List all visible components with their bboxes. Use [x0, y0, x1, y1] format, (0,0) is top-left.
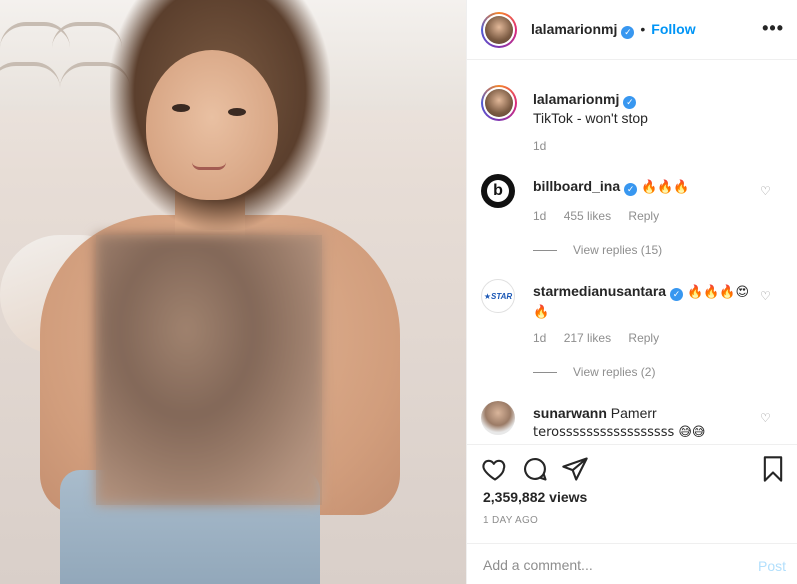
right-eye: [228, 108, 246, 116]
comment-like-heart-icon[interactable]: ♡: [760, 411, 772, 425]
comment-text-block: billboard_ina ✓ 🔥🔥🔥: [533, 177, 783, 197]
view-replies-button[interactable]: View replies (2): [533, 365, 655, 379]
comment-meta: 1d 455 likes Reply: [533, 209, 673, 223]
comment-username[interactable]: billboard_ina: [533, 178, 620, 194]
add-comment-input[interactable]: [483, 554, 733, 576]
author-avatar[interactable]: [481, 12, 517, 48]
view-replies-button[interactable]: View replies (15): [533, 243, 662, 257]
replies-line: [533, 371, 557, 373]
verified-badge-icon: ✓: [624, 183, 638, 196]
comment-bubble-icon[interactable]: [521, 455, 549, 483]
comment-age[interactable]: 1d: [533, 209, 546, 223]
post-video[interactable]: [0, 0, 466, 584]
comment-text: Pamerr: [610, 405, 657, 421]
author-username[interactable]: lalamarionmj: [531, 21, 617, 37]
comment-text: 🔥🔥🔥😍: [686, 285, 750, 300]
caption-avatar[interactable]: [481, 85, 517, 121]
comment-age[interactable]: 1d: [533, 331, 546, 345]
verified-badge-icon: ✓: [670, 288, 684, 301]
comment-text-line2: 🔥: [533, 305, 550, 320]
more-options-icon[interactable]: •••: [762, 18, 784, 39]
caption-meta: 1d: [533, 139, 560, 153]
comment-username[interactable]: sunarwann: [533, 405, 607, 421]
heart-icon[interactable]: [481, 455, 509, 483]
caption-age[interactable]: 1d: [533, 139, 546, 153]
post-comment-button[interactable]: Post: [758, 558, 786, 574]
view-replies-label: View replies (2): [573, 365, 656, 379]
comment-like-heart-icon[interactable]: ♡: [760, 184, 772, 198]
caption-text: TikTok - won't stop: [533, 110, 648, 126]
follow-button[interactable]: Follow: [651, 21, 695, 37]
comment-username[interactable]: starmedianusantara: [533, 283, 666, 299]
commenter-avatar[interactable]: [481, 401, 515, 435]
add-comment-bar: Post: [467, 543, 797, 584]
view-count[interactable]: 2,359,882 views: [483, 489, 587, 505]
comment-text-block: sunarwann Pamerr terosssssssssssssssss 😅…: [533, 404, 783, 442]
post-actions: 2,359,882 views 1 DAY AGO Post: [467, 444, 797, 584]
caption-text-block: lalamarionmj ✓ TikTok - won't stop: [533, 90, 783, 127]
view-replies-label: View replies (15): [573, 243, 663, 257]
post-side-panel: lalamarionmj ✓ • Follow ••• lalamarionmj ✓ T…: [466, 0, 797, 584]
paper-plane-icon[interactable]: [561, 455, 589, 483]
reply-button[interactable]: Reply: [628, 331, 659, 345]
comment-text-block: starmedianusantara ✓ 🔥🔥🔥😍 🔥: [533, 282, 783, 322]
commenter-avatar[interactable]: ★STAR: [481, 279, 515, 313]
verified-badge-icon: ✓: [623, 96, 637, 109]
post-timestamp[interactable]: 1 DAY AGO: [483, 515, 538, 526]
commenter-avatar[interactable]: b: [481, 174, 515, 208]
instagram-post: lalamarionmj ✓ • Follow ••• lalamarionmj ✓ T…: [0, 0, 797, 584]
header-separator: •: [640, 21, 646, 37]
verified-badge-icon: ✓: [621, 26, 635, 39]
comment-likes[interactable]: 217 likes: [564, 331, 611, 345]
replies-line: [533, 249, 557, 251]
comment-likes[interactable]: 455 likes: [564, 209, 611, 223]
comment-like-heart-icon[interactable]: ♡: [760, 289, 772, 303]
reply-button[interactable]: Reply: [628, 209, 659, 223]
left-eye: [172, 104, 190, 112]
person-face: [146, 50, 278, 200]
comment-meta: 1d 217 likes Reply: [533, 331, 673, 345]
comment-text: 🔥🔥🔥: [641, 180, 690, 195]
post-header: lalamarionmj ✓ • Follow •••: [467, 0, 797, 60]
censor-overlay: [96, 235, 322, 505]
mouth: [192, 162, 226, 170]
comment-text-line2: terosssssssssssssssss 😅😅: [533, 425, 706, 440]
caption-username[interactable]: lalamarionmj: [533, 91, 619, 107]
header-user-line: lalamarionmj ✓ • Follow: [531, 21, 696, 39]
comments-list[interactable]: lalamarionmj ✓ TikTok - won't stop 1d b b…: [467, 61, 797, 444]
bookmark-icon[interactable]: [759, 455, 787, 483]
